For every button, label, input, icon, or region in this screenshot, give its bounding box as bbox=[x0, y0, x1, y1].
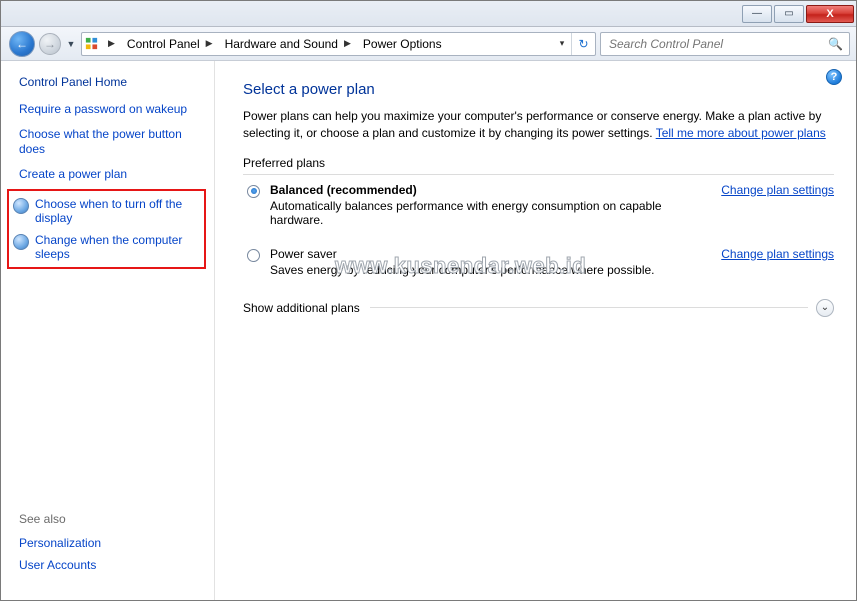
radio-selected-icon[interactable] bbox=[247, 185, 260, 198]
see-also-heading: See also bbox=[19, 504, 196, 532]
content-body: Control Panel Home Require a password on… bbox=[1, 61, 856, 600]
sidebar-link-power-button[interactable]: Choose what the power button does bbox=[1, 122, 214, 162]
sidebar-link-create-plan[interactable]: Create a power plan bbox=[1, 162, 214, 187]
plan-name: Balanced (recommended) bbox=[270, 183, 695, 197]
divider bbox=[370, 307, 808, 308]
search-icon[interactable]: 🔍 bbox=[828, 37, 843, 51]
breadcrumb-label: Power Options bbox=[363, 37, 442, 51]
page-description: Power plans can help you maximize your c… bbox=[243, 108, 834, 142]
breadcrumb-item[interactable]: Control Panel▶ bbox=[121, 33, 219, 55]
sidebar-link-require-password[interactable]: Require a password on wakeup bbox=[1, 97, 214, 122]
address-dropdown[interactable]: ▾ bbox=[553, 38, 571, 49]
radio-unselected-icon[interactable] bbox=[247, 249, 260, 262]
sidebar: Control Panel Home Require a password on… bbox=[1, 61, 215, 600]
search-box[interactable]: 🔍 bbox=[600, 32, 850, 56]
see-also-user-accounts[interactable]: User Accounts bbox=[19, 554, 196, 576]
page-title: Select a power plan bbox=[243, 81, 834, 98]
plan-description: Saves energy by reducing your computer's… bbox=[270, 263, 695, 277]
preferred-plans-label: Preferred plans bbox=[243, 156, 834, 170]
show-additional-plans[interactable]: Show additional plans ⌄ bbox=[243, 299, 834, 317]
breadcrumb-item[interactable]: Hardware and Sound▶ bbox=[219, 33, 357, 55]
highlighted-links: Choose when to turn off the display Chan… bbox=[7, 189, 206, 269]
address-bar[interactable]: ▶ Control Panel▶ Hardware and Sound▶ Pow… bbox=[81, 32, 596, 56]
breadcrumb-sep[interactable]: ▶ bbox=[100, 33, 121, 55]
sleep-timer-icon bbox=[13, 234, 29, 250]
see-also-personalization[interactable]: Personalization bbox=[19, 532, 196, 554]
control-panel-icon bbox=[82, 36, 100, 51]
sidebar-link-computer-sleep[interactable]: Change when the computer sleeps bbox=[11, 229, 202, 265]
change-plan-settings-link[interactable]: Change plan settings bbox=[721, 247, 834, 261]
breadcrumb-item[interactable]: Power Options bbox=[357, 33, 446, 55]
sidebar-link-label: Choose when to turn off the display bbox=[35, 197, 196, 225]
plan-description: Automatically balances performance with … bbox=[270, 199, 695, 227]
forward-button[interactable]: → bbox=[39, 33, 61, 55]
change-plan-settings-link[interactable]: Change plan settings bbox=[721, 183, 834, 197]
power-plan-power-saver[interactable]: Power saver Saves energy by reducing you… bbox=[247, 247, 834, 277]
sidebar-links: Require a password on wakeup Choose what… bbox=[1, 97, 214, 187]
window-titlebar: — ▭ X bbox=[1, 1, 856, 27]
sidebar-link-turn-off-display[interactable]: Choose when to turn off the display bbox=[11, 193, 202, 229]
chevron-down-icon[interactable]: ⌄ bbox=[816, 299, 834, 317]
main-content: ? Select a power plan Power plans can he… bbox=[215, 61, 856, 600]
close-button[interactable]: X bbox=[806, 5, 854, 23]
sidebar-link-label: Change when the computer sleeps bbox=[35, 233, 196, 261]
see-also-section: See also Personalization User Accounts bbox=[1, 504, 214, 590]
recent-pages-dropdown[interactable]: ▼ bbox=[65, 39, 77, 49]
plan-name: Power saver bbox=[270, 247, 695, 261]
divider bbox=[243, 174, 834, 175]
back-button[interactable]: ← bbox=[9, 31, 35, 57]
maximize-button[interactable]: ▭ bbox=[774, 5, 804, 23]
display-timer-icon bbox=[13, 198, 29, 214]
show-more-label: Show additional plans bbox=[243, 301, 360, 315]
learn-more-link[interactable]: Tell me more about power plans bbox=[656, 126, 826, 140]
help-icon[interactable]: ? bbox=[826, 69, 842, 85]
breadcrumb-label: Hardware and Sound bbox=[225, 37, 338, 51]
power-plan-balanced[interactable]: Balanced (recommended) Automatically bal… bbox=[247, 183, 834, 227]
search-input[interactable] bbox=[607, 36, 843, 52]
minimize-button[interactable]: — bbox=[742, 5, 772, 23]
sidebar-home-link[interactable]: Control Panel Home bbox=[1, 75, 214, 97]
refresh-button[interactable]: ↻ bbox=[571, 33, 595, 55]
navigation-bar: ← → ▼ ▶ Control Panel▶ Hardware and Soun… bbox=[1, 27, 856, 61]
breadcrumb-label: Control Panel bbox=[127, 37, 200, 51]
